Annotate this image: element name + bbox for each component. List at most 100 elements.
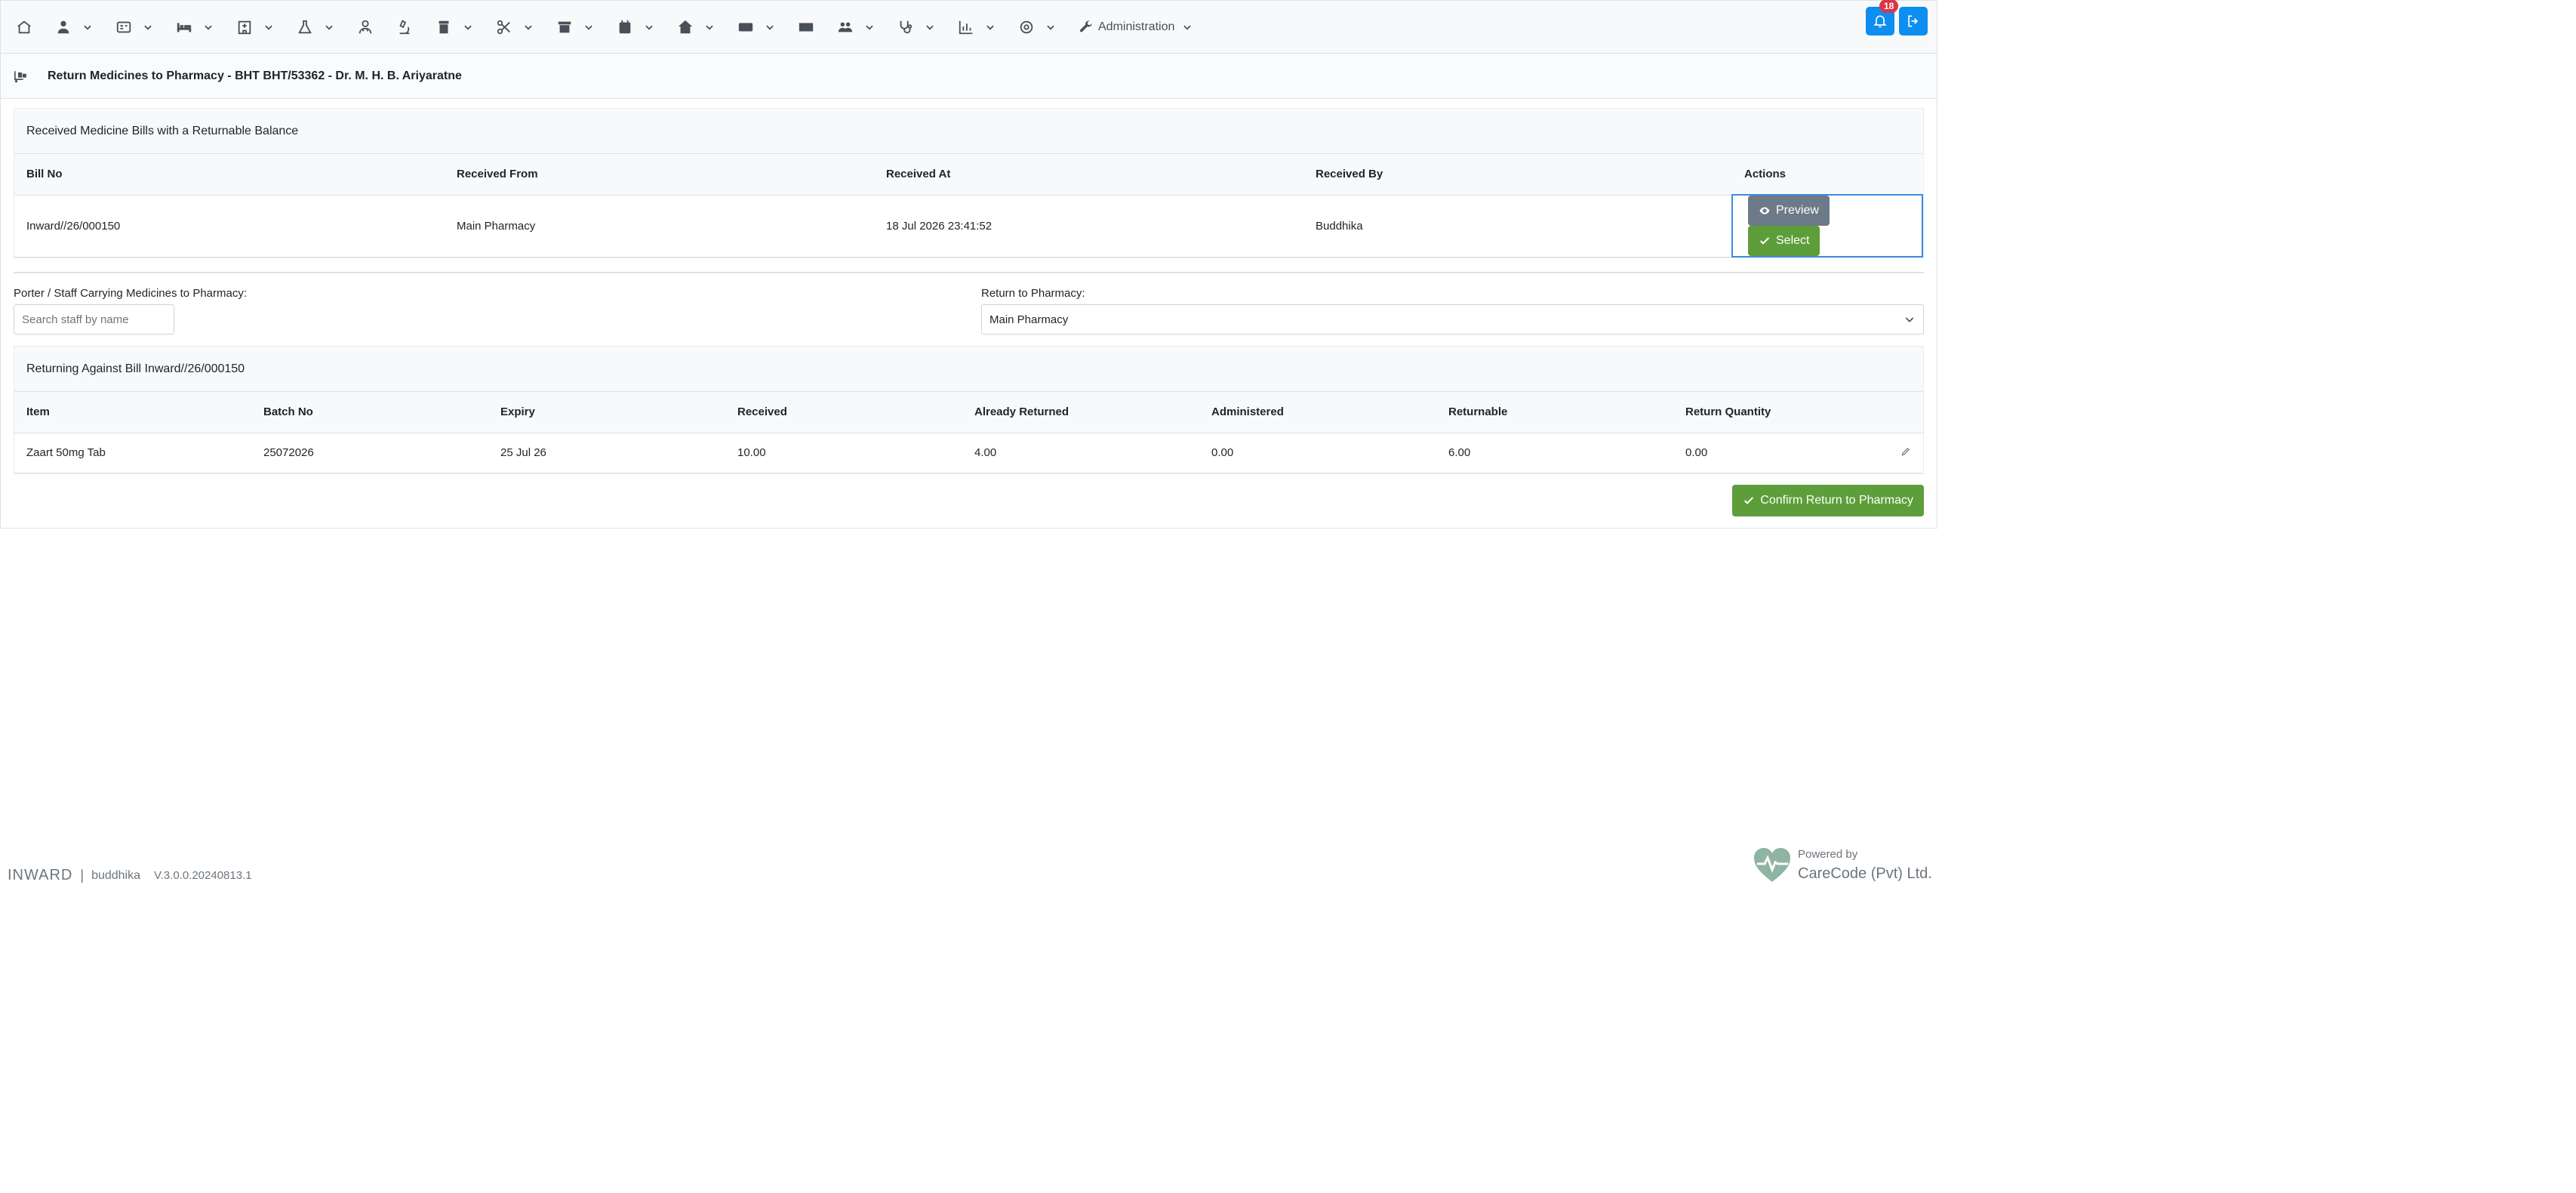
bills-table: Bill No Received From Received At Receiv… [14,154,1923,257]
return-quantity-cell[interactable]: 0.00 [1673,433,1923,473]
nav-appointments[interactable] [617,19,654,35]
column-header: Batch No [251,392,488,433]
nav-home[interactable] [16,19,32,35]
nav-hr[interactable] [837,19,875,35]
doctor-icon [359,20,372,33]
select-button-label: Select [1776,234,1810,247]
calendar-icon [619,20,631,33]
chevron-down-icon [926,25,934,30]
nav-clinic[interactable] [897,19,935,35]
nav-patient[interactable] [55,19,93,35]
nav-reports[interactable] [958,19,996,35]
item-name-cell: Zaart 50mg Tab [14,433,251,473]
envelope-icon [799,23,814,31]
chevron-down-icon [464,25,472,30]
footer-app-name: INWARD [8,867,73,883]
pencil-icon[interactable] [1900,446,1911,460]
return-form: Porter / Staff Carrying Medicines to Pha… [14,287,1924,341]
confirm-return-label: Confirm Return to Pharmacy [1760,493,1913,507]
received-qty-cell: 10.00 [725,433,962,473]
chart-icon [959,20,973,34]
pharmacy-select-value: Main Pharmacy [989,313,1069,326]
column-header: Expiry [488,392,725,433]
table-row: Zaart 50mg Tab 25072026 25 Jul 26 10.00 … [14,433,1923,473]
expiry-cell: 25 Jul 26 [488,433,725,473]
porter-label: Porter / Staff Carrying Medicines to Pha… [14,287,248,300]
already-returned-cell: 4.00 [962,433,1199,473]
nav-cash[interactable] [737,19,775,35]
sign-out-icon [1908,15,1919,27]
batch-no-cell: 25072026 [251,433,488,473]
chevron-down-icon [325,25,333,30]
chevron-down-icon [525,25,532,30]
microscope-icon [399,19,410,34]
home-icon [17,20,31,33]
chevron-down-icon [766,25,774,30]
page-title: Return Medicines to Pharmacy - BHT BHT/5… [48,69,462,82]
nav-billing[interactable] [115,19,153,35]
pharmacy-select[interactable]: Main Pharmacy [981,304,1924,334]
nav-microscope[interactable] [396,19,413,35]
id-card-icon [116,21,131,32]
table-row: Inward//26/000150 Main Pharmacy 18 Jul 2… [14,194,1923,257]
nav-hospital[interactable] [236,19,274,35]
received-from-cell: Main Pharmacy [445,195,874,257]
section-divider [14,272,1924,273]
administered-cell: 0.00 [1199,433,1436,473]
nav-doctor[interactable] [357,19,374,35]
dolly-icon [14,70,26,82]
bed-icon [177,23,192,32]
nav-messages[interactable] [798,19,814,35]
page-header: Return Medicines to Pharmacy - BHT BHT/5… [1,54,1937,99]
flask-icon [298,20,312,33]
chevron-down-icon [205,25,212,30]
chevron-down-icon [986,25,994,30]
notification-count-badge: 18 [1879,0,1899,13]
select-button[interactable]: Select [1748,226,1820,256]
column-header: Return Quantity [1673,392,1923,433]
column-header: Administered [1199,392,1436,433]
nav-lab[interactable] [297,19,334,35]
confirm-return-button[interactable]: Confirm Return to Pharmacy [1732,484,1924,516]
logout-button[interactable] [1899,7,1928,35]
top-navbar: Administration 18 [1,0,1937,54]
footer: INWARD | buddhika V.3.0.0.20240813.1 [8,867,252,884]
chevron-down-icon [144,25,152,30]
column-header: Bill No [14,154,445,196]
user-icon [57,20,69,33]
footer-user: buddhika [91,868,141,882]
column-header: Already Returned [962,392,1199,433]
nav-theatre[interactable] [496,19,534,35]
chevron-down-icon [706,25,713,30]
preview-button-label: Preview [1776,204,1819,217]
nav-inward[interactable] [176,19,214,35]
app-frame: Administration 18 Return Medicines to Ph… [0,0,1937,529]
notifications-button[interactable]: 18 [1866,0,1899,35]
eye-icon [1759,207,1770,214]
nav-administration[interactable]: Administration [1079,20,1193,35]
nav-administration-label: Administration [1098,20,1175,33]
chevron-down-icon [1183,25,1192,30]
return-items-card: Returning Against Bill Inward//26/000150… [14,346,1924,474]
received-by-cell: Buddhika [1303,195,1732,257]
bills-card-title: Received Medicine Bills with a Returnabl… [14,109,1923,154]
bill-no-cell: Inward//26/000150 [14,195,445,257]
check-icon [1744,496,1754,504]
nav-pharmacy[interactable] [435,19,473,35]
bell-icon [1873,15,1887,28]
actions-cell: Preview Select [1731,194,1923,257]
chevron-down-icon [84,25,91,30]
return-quantity-value: 0.00 [1685,445,1708,459]
chevron-down-icon [1047,25,1054,30]
main-content: Received Medicine Bills with a Returnabl… [1,99,1937,516]
nav-home-care[interactable] [677,19,715,35]
money-icon [738,23,753,31]
column-header: Received By [1303,154,1732,196]
column-header: Item [14,392,251,433]
column-header: Received From [445,154,874,196]
nav-settings[interactable] [1018,19,1056,35]
nav-store[interactable] [556,19,594,35]
preview-button[interactable]: Preview [1748,196,1830,226]
hospital-icon [238,20,251,34]
staff-search-input[interactable] [14,304,174,334]
